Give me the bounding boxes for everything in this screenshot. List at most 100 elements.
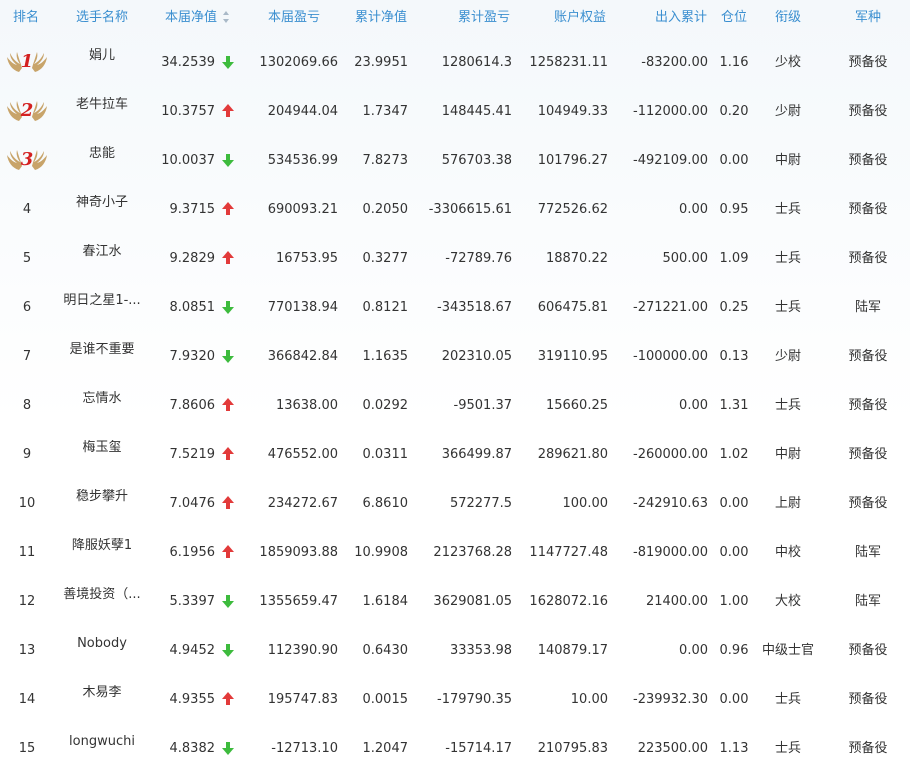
profit-cell: 534536.99 <box>267 153 338 168</box>
rank-title-cell: 中级士官 <box>761 643 814 658</box>
cum-nav-cell: 6.8610 <box>362 496 409 511</box>
cum-nav-cell: 0.0311 <box>362 447 409 462</box>
player-name[interactable]: 神奇小子 <box>60 195 144 213</box>
sort-icon[interactable] <box>223 10 230 23</box>
header-position[interactable]: 仓位 <box>721 0 747 38</box>
player-name[interactable]: longwuchi <box>60 734 144 752</box>
rank-title-cell: 少尉 <box>774 349 801 364</box>
nav-cell: 10.0037 <box>161 153 215 168</box>
cum-nav-cell: 0.8121 <box>362 300 409 315</box>
player-name[interactable]: 善境投资（... <box>60 587 144 605</box>
profit-cell: 204944.04 <box>267 104 338 119</box>
header-cum-profit[interactable]: 累计盈亏 <box>458 0 510 38</box>
branch-cell: 陆军 <box>854 594 881 609</box>
table-row[interactable]: 14 木易李 4.9355 195747.83 0.0015 -179790.35 10.0… <box>0 675 910 724</box>
cash-flow-cell: -271221.00 <box>633 300 708 315</box>
medal-icon: 3 <box>6 148 48 174</box>
cum-profit-cell: -179790.35 <box>437 692 512 707</box>
table-row[interactable]: 5 春江水 9.2829 16753.95 0.3277 -72789.76 18870.2… <box>0 234 910 283</box>
player-name[interactable]: 春江水 <box>60 244 144 262</box>
nav-cell: 7.5219 <box>169 447 216 462</box>
rank-cell: 11 <box>18 545 36 560</box>
nav-cell: 7.8606 <box>169 398 216 413</box>
player-name[interactable]: 忠能 <box>60 146 144 164</box>
cum-profit-cell: 148445.41 <box>441 104 512 119</box>
player-name[interactable]: 梅玉玺 <box>60 440 144 458</box>
nav-cell: 9.3715 <box>169 202 216 217</box>
cum-nav-cell: 7.8273 <box>362 153 409 168</box>
trend-down-icon <box>222 332 236 381</box>
table-row[interactable]: 15 longwuchi 4.8382 -12713.10 1.2047 -15714.1… <box>0 724 910 773</box>
player-name[interactable]: 忘情水 <box>60 391 144 409</box>
player-name[interactable]: Nobody <box>60 636 144 654</box>
header-nav[interactable]: 本届净值 <box>165 0 230 38</box>
equity-cell: 15660.25 <box>545 398 608 413</box>
table-row[interactable]: 11 降服妖孽1 6.1956 1859093.88 10.9908 2123768.28… <box>0 528 910 577</box>
table-row[interactable]: 1 娟儿 34.2539 1302069.66 23.9951 1280614.3 1258… <box>0 38 910 87</box>
table-row[interactable]: 4 神奇小子 9.3715 690093.21 0.2050 -3306615.61 772… <box>0 185 910 234</box>
position-cell: 0.96 <box>719 643 749 658</box>
header-rank-title[interactable]: 衔级 <box>775 0 801 38</box>
header-cum-nav[interactable]: 累计净值 <box>355 0 407 38</box>
position-cell: 1.09 <box>719 251 749 266</box>
player-name[interactable]: 降服妖孽1 <box>60 538 144 556</box>
trend-up-icon <box>222 185 236 234</box>
branch-cell: 预备役 <box>848 153 888 168</box>
rank-title-cell: 上尉 <box>774 496 801 511</box>
player-name[interactable]: 明日之星1-... <box>60 293 144 311</box>
trend-down-icon <box>222 626 236 675</box>
cash-flow-cell: 223500.00 <box>637 741 708 756</box>
table-row[interactable]: 9 梅玉玺 7.5219 476552.00 0.0311 366499.87 289621… <box>0 430 910 479</box>
rank-title-cell: 中尉 <box>774 153 801 168</box>
profit-cell: 770138.94 <box>267 300 338 315</box>
player-name[interactable]: 稳步攀升 <box>60 489 144 507</box>
header-rank[interactable]: 排名 <box>13 0 39 38</box>
medal-icon: 2 <box>6 99 48 125</box>
cash-flow-cell: 21400.00 <box>645 594 708 609</box>
player-name[interactable]: 木易李 <box>60 685 144 703</box>
position-cell: 0.00 <box>719 496 749 511</box>
cum-profit-cell: 2123768.28 <box>433 545 512 560</box>
position-cell: 1.16 <box>719 55 749 70</box>
header-equity[interactable]: 账户权益 <box>554 0 606 38</box>
branch-cell: 预备役 <box>848 496 888 511</box>
rank-title-cell: 士兵 <box>774 741 801 756</box>
position-cell: 1.00 <box>719 594 749 609</box>
branch-cell: 预备役 <box>848 741 888 756</box>
table-row[interactable]: 10 稳步攀升 7.0476 234272.67 6.8610 572277.5 100.0… <box>0 479 910 528</box>
cum-profit-cell: 33353.98 <box>449 643 512 658</box>
equity-cell: 101796.27 <box>537 153 608 168</box>
cash-flow-cell: -819000.00 <box>633 545 708 560</box>
table-row[interactable]: 12 善境投资（... 5.3397 1355659.47 1.6184 3629081.… <box>0 577 910 626</box>
table-row[interactable]: 13 Nobody 4.9452 112390.90 0.6430 33353.98 140… <box>0 626 910 675</box>
nav-cell: 4.8382 <box>169 741 216 756</box>
rank-title-cell: 大校 <box>774 594 801 609</box>
nav-cell: 7.0476 <box>169 496 216 511</box>
trend-down-icon <box>222 724 236 773</box>
equity-cell: 10.00 <box>570 692 608 707</box>
player-name[interactable]: 老牛拉车 <box>60 97 144 115</box>
player-name[interactable]: 娟儿 <box>60 48 144 66</box>
player-name[interactable]: 是谁不重要 <box>60 342 144 360</box>
header-player[interactable]: 选手名称 <box>76 0 128 38</box>
equity-cell: 18870.22 <box>545 251 608 266</box>
header-branch[interactable]: 军种 <box>855 0 881 38</box>
header-cash-flow[interactable]: 出入累计 <box>655 0 707 38</box>
table-row[interactable]: 2 老牛拉车 10.3757 204944.04 1.7347 148445.41 1049… <box>0 87 910 136</box>
branch-cell: 预备役 <box>848 398 888 413</box>
branch-cell: 陆军 <box>854 300 881 315</box>
table-row[interactable]: 8 忘情水 7.8606 13638.00 0.0292 -9501.37 15660.25… <box>0 381 910 430</box>
equity-cell: 1147727.48 <box>529 545 608 560</box>
cum-profit-cell: -3306615.61 <box>428 202 512 217</box>
profit-cell: 1859093.88 <box>259 545 338 560</box>
rank-title-cell: 士兵 <box>774 251 801 266</box>
header-profit[interactable]: 本届盈亏 <box>268 0 320 38</box>
rank-cell: 10 <box>18 496 36 511</box>
cum-profit-cell: 3629081.05 <box>433 594 512 609</box>
rank-title-cell: 士兵 <box>774 398 801 413</box>
table-row[interactable]: 6 明日之星1-... 8.0851 770138.94 0.8121 -343518.6… <box>0 283 910 332</box>
table-row[interactable]: 3 忠能 10.0037 534536.99 7.8273 576703.38 101796… <box>0 136 910 185</box>
cum-profit-cell: -343518.67 <box>437 300 512 315</box>
medal-rank-number: 1 <box>20 51 34 72</box>
table-row[interactable]: 7 是谁不重要 7.9320 366842.84 1.1635 202310.05 3191… <box>0 332 910 381</box>
